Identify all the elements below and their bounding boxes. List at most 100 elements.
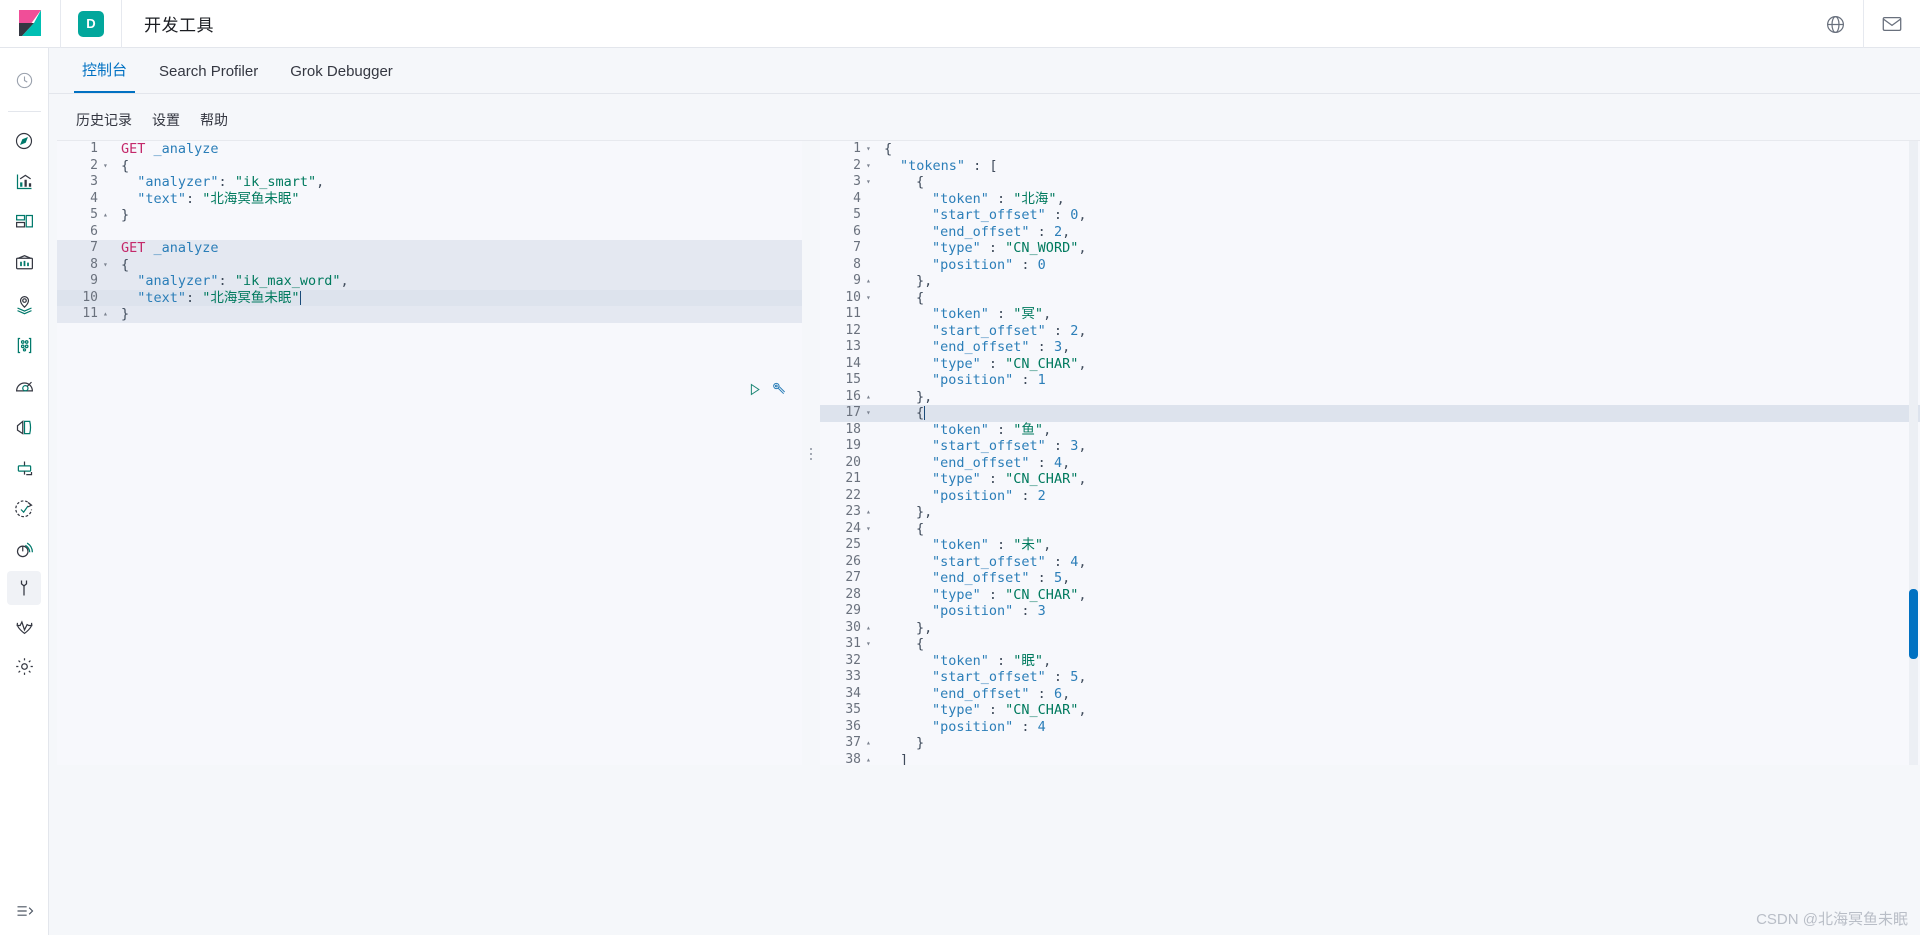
code-line[interactable]: 32 "token" : "眠", <box>820 653 1920 670</box>
code-line[interactable]: 29 "position" : 3 <box>820 603 1920 620</box>
sidebar-item-monitoring[interactable] <box>0 605 49 646</box>
sidebar-item-maps[interactable] <box>0 284 49 325</box>
code-line[interactable]: 6 "end_offset" : 2, <box>820 224 1920 241</box>
code-line[interactable]: 2 ▾ { <box>57 158 802 175</box>
fold-toggle-icon[interactable]: ▾ <box>866 158 876 175</box>
send-request-play-button[interactable] <box>747 382 762 402</box>
code-line[interactable]: 3 ▾ { <box>820 174 1920 191</box>
request-editor[interactable]: 1 GET _analyze 2 ▾ {3 "analyzer": "ik_smart"… <box>57 140 802 765</box>
tab-console[interactable]: 控制台 <box>66 59 143 93</box>
sidebar-item-infrastructure[interactable] <box>0 366 49 407</box>
code-line[interactable]: 5 ▴} <box>57 207 802 224</box>
sidebar-item-canvas[interactable] <box>0 243 49 284</box>
code-line[interactable]: 18 "token" : "鱼", <box>820 422 1920 439</box>
fold-toggle-icon[interactable]: ▾ <box>866 405 876 422</box>
code-line[interactable]: 9 "analyzer": "ik_max_word", <box>57 273 802 290</box>
code-line[interactable]: 25 "token" : "未", <box>820 537 1920 554</box>
fold-toggle-icon[interactable]: ▴ <box>866 389 876 406</box>
fold-toggle-icon[interactable]: ▾ <box>866 290 876 307</box>
help-globe-icon[interactable] <box>1807 0 1863 48</box>
code-line[interactable]: 7 "type" : "CN_WORD", <box>820 240 1920 257</box>
sidebar-item-siem[interactable] <box>0 530 49 571</box>
collapse-nav-icon[interactable] <box>0 901 49 921</box>
code-line[interactable]: 4 "token" : "北海", <box>820 191 1920 208</box>
code-line[interactable]: 11 "token" : "冥", <box>820 306 1920 323</box>
code-line[interactable]: 33 "start_offset" : 5, <box>820 669 1920 686</box>
code-line[interactable]: 16 ▴}, <box>820 389 1920 406</box>
code-line[interactable]: 4 "text": "北海冥鱼未眠" <box>57 191 802 208</box>
fold-toggle-icon[interactable]: ▴ <box>866 735 876 752</box>
editor-resize-handle[interactable] <box>802 140 820 765</box>
sidebar-item-dashboard[interactable] <box>0 202 49 243</box>
fold-toggle-icon[interactable]: ▾ <box>866 636 876 653</box>
code-line[interactable]: 26 "start_offset" : 4, <box>820 554 1920 571</box>
code-line[interactable]: 15 "position" : 1 <box>820 372 1920 389</box>
code-line[interactable]: 9 ▴}, <box>820 273 1920 290</box>
code-line[interactable]: 12 "start_offset" : 2, <box>820 323 1920 340</box>
code-line[interactable]: 27 "end_offset" : 5, <box>820 570 1920 587</box>
sidebar-item-discover[interactable] <box>0 120 49 161</box>
code-line[interactable]: 21 "type" : "CN_CHAR", <box>820 471 1920 488</box>
fold-toggle-icon[interactable]: ▴ <box>866 273 876 290</box>
code-line[interactable]: 6 <box>57 224 802 241</box>
code-line[interactable]: 7 GET _analyze <box>57 240 802 257</box>
code-line[interactable]: 14 "type" : "CN_CHAR", <box>820 356 1920 373</box>
code-line[interactable]: 20 "end_offset" : 4, <box>820 455 1920 472</box>
code-line[interactable]: 17 ▾ { <box>820 405 1920 422</box>
code-line[interactable]: 10 ▾ { <box>820 290 1920 307</box>
sidebar-item-apm[interactable] <box>0 448 49 489</box>
code-line[interactable]: 38 ▴] <box>820 752 1920 766</box>
code-line[interactable]: 8 ▾ { <box>57 256 802 274</box>
code-line[interactable]: 34 "end_offset" : 6, <box>820 686 1920 703</box>
request-code[interactable]: 1 GET _analyze 2 ▾ {3 "analyzer": "ik_smart"… <box>57 141 802 323</box>
code-line[interactable]: 23 ▴}, <box>820 504 1920 521</box>
fold-toggle-icon[interactable]: ▾ <box>103 257 113 274</box>
code-line[interactable]: 1 ▾ { <box>820 141 1920 158</box>
console-menu-help[interactable]: 帮助 <box>190 110 238 130</box>
response-scrollbar-track[interactable] <box>1909 141 1918 765</box>
code-line[interactable]: 30 ▴}, <box>820 620 1920 637</box>
fold-toggle-icon[interactable]: ▴ <box>866 504 876 521</box>
space-switcher-button[interactable]: D <box>61 0 121 48</box>
tab-search-profiler[interactable]: Search Profiler <box>143 63 274 93</box>
kibana-logo-icon[interactable] <box>0 0 60 48</box>
sidebar-item-recently-viewed[interactable] <box>0 60 49 101</box>
request-options-wrench-button[interactable] <box>771 381 787 402</box>
fold-toggle-icon[interactable]: ▴ <box>866 620 876 637</box>
response-scrollbar-thumb[interactable] <box>1909 589 1918 659</box>
sidebar-item-machine-learning[interactable] <box>0 325 49 366</box>
code-line[interactable]: 11 ▴} <box>57 306 802 323</box>
response-scrollbar[interactable] <box>1909 141 1918 765</box>
fold-toggle-icon[interactable]: ▾ <box>103 158 113 175</box>
code-line[interactable]: 2 ▾ "tokens" : [ <box>820 158 1920 175</box>
fold-toggle-icon[interactable]: ▴ <box>103 306 113 323</box>
console-menu-settings[interactable]: 设置 <box>142 110 190 130</box>
fold-toggle-icon[interactable]: ▾ <box>866 521 876 538</box>
code-line[interactable]: 36 "position" : 4 <box>820 719 1920 736</box>
console-menu-history[interactable]: 历史记录 <box>66 110 142 130</box>
code-line[interactable]: 8 "position" : 0 <box>820 257 1920 274</box>
code-line[interactable]: 13 "end_offset" : 3, <box>820 339 1920 356</box>
fold-toggle-icon[interactable]: ▾ <box>866 141 876 158</box>
code-line[interactable]: 22 "position" : 2 <box>820 488 1920 505</box>
code-line[interactable]: 10 "text": "北海冥鱼未眠" <box>57 289 802 306</box>
code-line[interactable]: 37 ▴} <box>820 735 1920 752</box>
fold-toggle-icon[interactable]: ▾ <box>866 174 876 191</box>
code-line[interactable]: 5 "start_offset" : 0, <box>820 207 1920 224</box>
code-line[interactable]: 28 "type" : "CN_CHAR", <box>820 587 1920 604</box>
fold-toggle-icon[interactable]: ▴ <box>103 207 113 224</box>
tab-grok-debugger[interactable]: Grok Debugger <box>274 63 409 93</box>
sidebar-item-uptime[interactable] <box>0 489 49 530</box>
response-editor[interactable]: 1 ▾ {2 ▾ "tokens" : [3 ▾ {4 "token" : "北海", 5 "st… <box>820 140 1920 765</box>
code-line[interactable]: 3 "analyzer": "ik_smart", <box>57 174 802 191</box>
code-line[interactable]: 35 "type" : "CN_CHAR", <box>820 702 1920 719</box>
response-code[interactable]: 1 ▾ {2 ▾ "tokens" : [3 ▾ {4 "token" : "北海", 5 "st… <box>820 141 1920 765</box>
sidebar-item-logs[interactable] <box>0 407 49 448</box>
sidebar-item-dev-tools[interactable] <box>7 571 41 605</box>
mail-icon[interactable] <box>1864 0 1920 48</box>
code-line[interactable]: 1 GET _analyze <box>57 141 802 158</box>
code-line[interactable]: 31 ▾ { <box>820 636 1920 653</box>
code-line[interactable]: 19 "start_offset" : 3, <box>820 438 1920 455</box>
fold-toggle-icon[interactable]: ▴ <box>866 752 876 766</box>
sidebar-item-visualize[interactable] <box>0 161 49 202</box>
